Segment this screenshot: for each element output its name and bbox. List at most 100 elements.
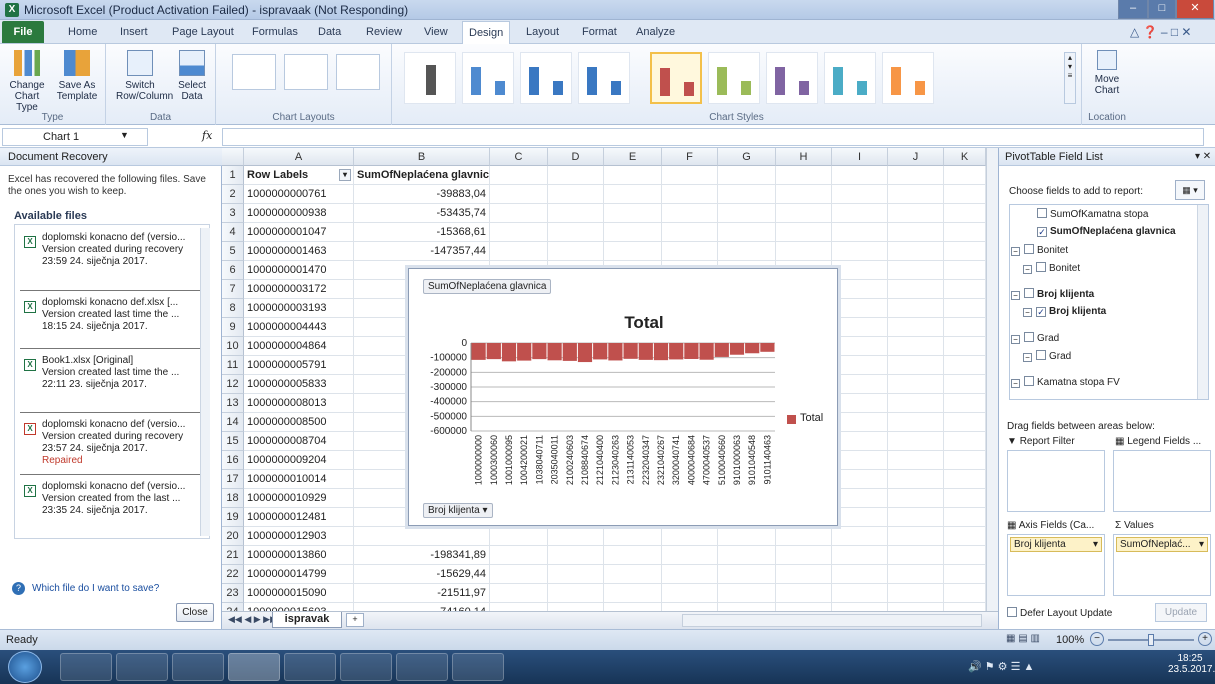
insert-function-icon[interactable]: fx [202, 129, 212, 142]
row-header[interactable]: 5 [222, 242, 244, 261]
cell[interactable] [662, 603, 718, 611]
axis-fields-area[interactable]: Broj klijenta ▾ [1007, 534, 1105, 596]
column-header-c[interactable]: C [490, 148, 548, 166]
cell[interactable] [888, 337, 944, 356]
column-header-d[interactable]: D [548, 148, 604, 166]
cell[interactable] [888, 280, 944, 299]
row-header[interactable]: 19 [222, 508, 244, 527]
cell[interactable] [604, 527, 662, 546]
cell[interactable] [718, 527, 776, 546]
row-label-cell[interactable]: 1000000004443 [244, 318, 354, 337]
cell[interactable] [718, 242, 776, 261]
row-header[interactable]: 13 [222, 394, 244, 413]
cell[interactable] [718, 166, 776, 185]
cell[interactable] [548, 204, 604, 223]
cell[interactable] [888, 546, 944, 565]
value-cell[interactable]: -198341,89 [354, 546, 490, 565]
cell[interactable] [832, 166, 888, 185]
chart-style-9[interactable] [882, 52, 934, 104]
name-box-dropdown-icon[interactable]: ▼ [120, 130, 129, 140]
cell[interactable] [604, 223, 662, 242]
cell[interactable] [776, 527, 832, 546]
cell[interactable] [604, 166, 662, 185]
cell[interactable] [490, 185, 548, 204]
cell[interactable] [944, 451, 986, 470]
row-header[interactable]: 15 [222, 432, 244, 451]
column-header-a[interactable]: A [244, 148, 354, 166]
cell[interactable] [888, 318, 944, 337]
word-taskbar-icon[interactable] [452, 653, 504, 681]
cell[interactable] [604, 185, 662, 204]
cell[interactable] [832, 318, 888, 337]
cell[interactable] [944, 166, 986, 185]
column-header-g[interactable]: G [718, 148, 776, 166]
cell[interactable] [832, 413, 888, 432]
close-recovery-button[interactable]: Close [176, 603, 214, 622]
cell[interactable] [718, 565, 776, 584]
field-checkbox[interactable]: ✓ [1036, 307, 1046, 317]
cell[interactable] [944, 413, 986, 432]
save-as-template-button[interactable]: Save As Template [52, 50, 102, 102]
recovery-file-item[interactable]: X Book1.xlsx [Original] Version created l… [20, 348, 200, 406]
explorer-taskbar-icon[interactable] [60, 653, 112, 681]
cell[interactable] [944, 527, 986, 546]
cell[interactable] [944, 489, 986, 508]
recovery-file-item[interactable]: X doplomski konacno def (versio... Versio… [20, 226, 200, 284]
row-header[interactable]: 6 [222, 261, 244, 280]
cell[interactable] [548, 242, 604, 261]
column-header-h[interactable]: H [776, 148, 832, 166]
view-buttons-icon[interactable]: ▦ ▤ ▥ [1006, 633, 1040, 644]
cell[interactable] [604, 603, 662, 611]
field-checkbox[interactable] [1037, 208, 1047, 218]
defer-update-checkbox[interactable]: Defer Layout Update [1007, 607, 1112, 619]
cell[interactable] [832, 394, 888, 413]
row-label-cell[interactable]: 1000000008704 [244, 432, 354, 451]
update-button[interactable]: Update [1155, 603, 1207, 622]
pivot-field-item[interactable]: − Grad [1023, 350, 1071, 362]
chart-style-2[interactable] [462, 52, 514, 104]
pivot-field-item[interactable]: − Bonitet [1011, 244, 1068, 256]
row-header[interactable]: 18 [222, 489, 244, 508]
cell[interactable] [776, 546, 832, 565]
tab-data[interactable]: Data [312, 24, 347, 40]
zoom-out-button[interactable]: − [1090, 632, 1104, 646]
row-header[interactable]: 2 [222, 185, 244, 204]
cell[interactable] [490, 242, 548, 261]
chart-style-3[interactable] [520, 52, 572, 104]
row-header[interactable]: 23 [222, 584, 244, 603]
cell[interactable] [832, 299, 888, 318]
pivot-pane-close-icon[interactable]: ▾ ✕ [1195, 151, 1211, 162]
cell[interactable] [944, 394, 986, 413]
cell[interactable] [944, 318, 986, 337]
row-header[interactable]: 9 [222, 318, 244, 337]
chart-style-7[interactable] [766, 52, 818, 104]
row-label-cell[interactable]: 1000000005791 [244, 356, 354, 375]
row-header[interactable]: 7 [222, 280, 244, 299]
chrome-taskbar-icon[interactable] [340, 653, 392, 681]
insert-sheet-icon[interactable]: + [346, 613, 364, 627]
cell[interactable] [776, 584, 832, 603]
cell[interactable] [548, 603, 604, 611]
pivot-field-item[interactable]: − ✓ Broj klijenta [1023, 306, 1106, 317]
row-label-cell[interactable]: 1000000008013 [244, 394, 354, 413]
tab-view[interactable]: View [418, 24, 454, 40]
value-cell[interactable]: -74160,14 [354, 603, 490, 611]
row-label-cell[interactable]: 1000000003172 [244, 280, 354, 299]
pivot-field-item[interactable]: − Bonitet [1023, 262, 1080, 274]
cell[interactable] [776, 603, 832, 611]
row-label-cell[interactable]: 1000000010929 [244, 489, 354, 508]
expand-table-icon[interactable]: − [1011, 247, 1020, 256]
cell[interactable] [604, 565, 662, 584]
cell[interactable] [944, 299, 986, 318]
value-cell[interactable]: -39883,04 [354, 185, 490, 204]
cell[interactable] [944, 565, 986, 584]
expand-table-icon[interactable]: − [1011, 379, 1020, 388]
cell[interactable] [888, 394, 944, 413]
cell[interactable] [832, 432, 888, 451]
column-header-k[interactable]: K [944, 148, 986, 166]
row-labels-filter-icon[interactable]: ▾ [339, 169, 351, 181]
cell[interactable] [490, 603, 548, 611]
horizontal-scrollbar[interactable] [682, 614, 982, 627]
field-list-scrollbar[interactable] [1197, 205, 1208, 399]
cell[interactable] [490, 565, 548, 584]
